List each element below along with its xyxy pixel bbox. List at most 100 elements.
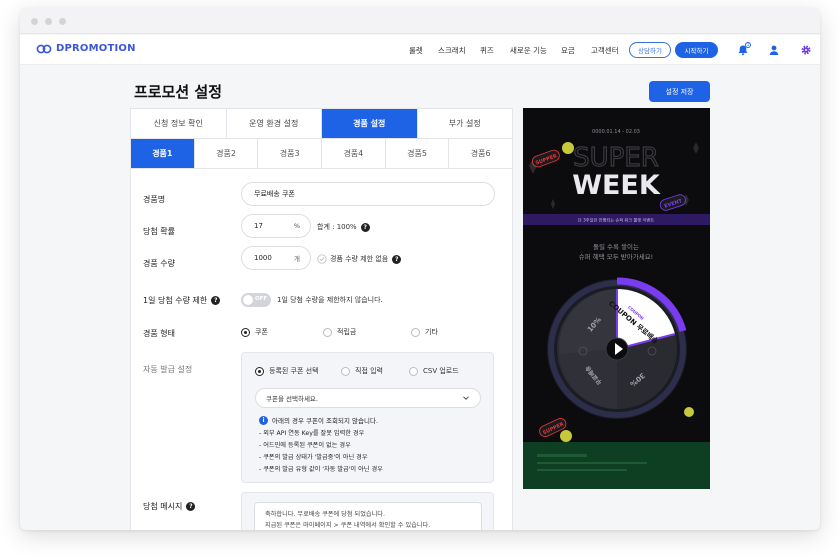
type-radio-coupon[interactable]: 쿠폰 [241, 327, 268, 337]
auto-csv-text: CSV 업로드 [423, 367, 459, 375]
radio-dot[interactable] [409, 366, 418, 376]
win-message-line: 축하합니다. 무료배송 쿠폰에 당첨 되었습니다. [265, 511, 385, 518]
toggle-state: OFF [255, 296, 268, 302]
roulette-wheel[interactable]: COUPON COUPON 무료배송 10% 30% 무료배송 [547, 277, 687, 419]
type-radio-other[interactable]: 기타 [411, 327, 438, 337]
auto-registered-text: 등록된 쿠폰 선택 [269, 367, 319, 375]
app-window: DPROMOTION 룰렛 스크래치 퀴즈 새로운 기능 요금 고객센터 상담하… [20, 8, 820, 530]
radio-dot[interactable] [341, 366, 350, 376]
promotion-preview-art: 0000.01.14 - 02.03 SUPER WEEK SUPPER EVE… [523, 108, 710, 489]
tab-prize-3[interactable]: 경품3 [258, 139, 323, 168]
info-line: - 외부 API 연동 Key를 잘못 입력한 경우 [259, 430, 365, 437]
help-icon[interactable]: ? [392, 254, 402, 264]
start-button[interactable]: 시작하기 [675, 42, 718, 58]
tab-prize-4[interactable]: 경품4 [322, 139, 386, 168]
info-icon: i [259, 415, 268, 425]
type-coupon-text: 쿠폰 [255, 328, 268, 336]
preview-smiley [562, 142, 574, 154]
preview-headline-bottom: WEEK [572, 170, 661, 201]
preview-headline-top: SUPER [573, 143, 659, 173]
help-icon[interactable]: ? [360, 222, 370, 232]
page-title: 프로모션 설정 [134, 83, 223, 101]
probability-input[interactable]: 17 % [241, 214, 311, 238]
consult-button[interactable]: 상담하기 [629, 42, 671, 58]
probability-total-text: 합계 : 100% [317, 223, 357, 231]
coupon-select[interactable]: 쿠폰을 선택하세요. [255, 388, 481, 408]
save-settings-button[interactable]: 설정 저장 [649, 81, 710, 102]
logo[interactable]: DPROMOTION [36, 43, 136, 54]
help-icon[interactable]: ? [186, 502, 196, 511]
help-icon[interactable]: ? [211, 296, 221, 305]
prize-type-label: 경품 형태 [143, 329, 175, 338]
probability-unit: % [293, 222, 300, 230]
daily-limit-text: 1일 당첨 수량 제한 [143, 296, 208, 305]
toggle-knob [243, 295, 253, 305]
prize-name-input[interactable]: 무료배송 쿠폰 [241, 182, 495, 206]
type-other-text: 기타 [425, 328, 438, 336]
auto-issue-label: 자동 발급 설정 [143, 365, 193, 374]
tab-extra-settings[interactable]: 부가 설정 [418, 109, 513, 138]
tab-application-info[interactable]: 신청 정보 확인 [131, 109, 227, 138]
user-icon[interactable] [768, 44, 780, 56]
check-icon[interactable] [317, 254, 327, 264]
prize-name-label: 경품명 [143, 195, 166, 204]
quantity-input[interactable]: 1000 개 [241, 246, 311, 270]
win-message-textarea[interactable]: 축하합니다. 무료배송 쿠폰에 당첨 되었습니다. 지급된 쿠폰은 마이페이지 … [254, 502, 482, 530]
tab-operation-env[interactable]: 운영 환경 설정 [227, 109, 322, 138]
info-line: - 쿠폰의 발급 유형 값이 '자동 발급'이 아닌 경우 [259, 466, 383, 473]
logo-icon [36, 44, 52, 53]
window-dot[interactable] [31, 18, 38, 25]
quantity-value: 1000 [254, 254, 272, 262]
chevron-down-icon[interactable] [462, 394, 470, 402]
quantity-unit: 개 [294, 255, 300, 263]
window-dot[interactable] [59, 18, 66, 25]
quantity-nolimit-text: 경품 수량 제한 없음 [330, 255, 389, 263]
preview-footer [523, 442, 710, 489]
type-points-text: 적립금 [337, 328, 357, 336]
auto-radio-direct[interactable]: 직접 입력 [341, 366, 383, 376]
info-title-text: 아래의 경우 쿠폰이 조회되지 않습니다. [272, 417, 379, 425]
mobile-preview: 0000.01.14 - 02.03 SUPER WEEK SUPPER EVE… [523, 108, 710, 489]
radio-dot[interactable] [241, 327, 250, 337]
gear-icon[interactable] [800, 44, 812, 56]
nav-support[interactable]: 고객센터 [591, 45, 619, 56]
auto-radio-csv[interactable]: CSV 업로드 [409, 366, 459, 376]
auto-radio-registered[interactable]: 등록된 쿠폰 선택 [255, 366, 319, 376]
tab-prize-5[interactable]: 경품5 [386, 139, 450, 168]
window-dot[interactable] [45, 18, 52, 25]
prize-name-value: 무료배송 쿠폰 [254, 190, 295, 198]
logo-text: DPROMOTION [56, 43, 136, 54]
tab-prize-settings[interactable]: 경품 설정 [322, 109, 418, 138]
nav-roulette[interactable]: 룰렛 [409, 45, 423, 56]
probability-total: 합계 : 100% ? [317, 222, 370, 232]
tab-prize-6[interactable]: 경품6 [449, 139, 512, 168]
nav-pricing[interactable]: 요금 [561, 45, 575, 56]
tab-prize-1[interactable]: 경품1 [131, 139, 195, 168]
nav-quiz[interactable]: 퀴즈 [480, 45, 494, 56]
quantity-nolimit-option[interactable]: 경품 수량 제한 없음 ? [317, 254, 402, 264]
preview-smiley [560, 430, 572, 442]
win-message-text: 당첨 메시지 [143, 502, 183, 511]
radio-dot[interactable] [411, 327, 420, 337]
nav-scratch[interactable]: 스크래치 [438, 45, 466, 56]
probability-value: 17 [254, 222, 263, 230]
radio-dot[interactable] [255, 366, 264, 376]
radio-dot[interactable] [323, 327, 332, 337]
type-radio-points[interactable]: 적립금 [323, 327, 356, 337]
daily-limit-desc: 1일 당첨 수량을 제한하지 않습니다. [277, 296, 383, 304]
tab-prize-2[interactable]: 경품2 [195, 139, 259, 168]
preview-banner-text: 단 3주일만 진행되는 슈퍼 위크 룰렛 이벤트 [578, 217, 654, 224]
top-header: DPROMOTION 룰렛 스크래치 퀴즈 새로운 기능 요금 고객센터 상담하… [20, 35, 820, 65]
quantity-label: 경품 수량 [143, 259, 175, 268]
daily-limit-toggle[interactable]: OFF [241, 293, 271, 307]
auto-issue-panel: 등록된 쿠폰 선택 직접 입력 CSV 업로드 쿠폰을 선택하세요. i 아래의… [241, 352, 494, 483]
probability-label: 당첨 확률 [143, 227, 175, 236]
settings-panel: 신청 정보 확인 운영 환경 설정 경품 설정 부가 설정 경품1 경품2 경품… [130, 108, 513, 530]
preview-subtitle: 돌릴 수록 쌓이는 [593, 242, 639, 251]
info-notice: i 아래의 경우 쿠폰이 조회되지 않습니다. [259, 415, 378, 425]
auto-direct-text: 직접 입력 [355, 367, 383, 375]
win-message-label: 당첨 메시지? [143, 501, 196, 512]
nav-new-features[interactable]: 새로운 기능 [510, 45, 547, 56]
info-line: - 쿠폰의 발급 상태가 '발급중'이 아닌 경우 [259, 454, 368, 461]
coupon-select-placeholder: 쿠폰을 선택하세요. [266, 395, 318, 403]
